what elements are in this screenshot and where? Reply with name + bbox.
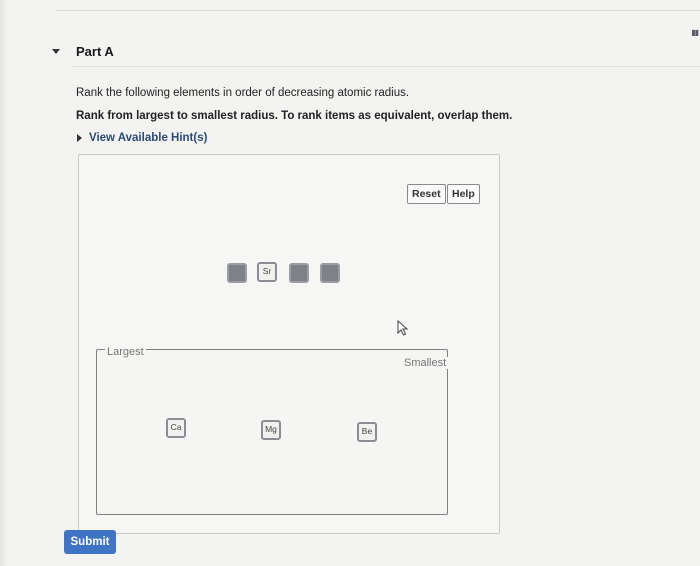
- largest-label: Largest: [105, 346, 146, 358]
- instruction-bold-text: Rank from largest to smallest radius. To…: [76, 110, 513, 122]
- part-header[interactable]: Part A: [52, 44, 114, 59]
- ranked-tile-be[interactable]: Be: [357, 422, 377, 442]
- submit-button[interactable]: Submit: [64, 530, 116, 554]
- part-title: Part A: [76, 44, 114, 59]
- help-button[interactable]: Help: [447, 184, 480, 204]
- smallest-label: Smallest: [402, 357, 449, 369]
- expand-caret-icon: [77, 134, 82, 142]
- collapse-caret-icon[interactable]: [52, 49, 60, 54]
- draggable-tile[interactable]: [227, 263, 247, 283]
- draggable-tile[interactable]: [320, 263, 340, 283]
- view-hints-toggle[interactable]: View Available Hint(s): [77, 132, 207, 144]
- top-divider: [55, 10, 700, 11]
- ranked-tile-ca[interactable]: Ca: [166, 418, 186, 438]
- header-divider: [72, 66, 700, 67]
- view-hints-label[interactable]: View Available Hint(s): [89, 132, 207, 144]
- menu-grip-icon[interactable]: ▮▮: [691, 28, 699, 37]
- mouse-pointer-icon: [397, 320, 409, 336]
- instruction-text: Rank the following elements in order of …: [76, 87, 410, 99]
- draggable-tile[interactable]: [289, 263, 309, 283]
- ranked-tile-mg[interactable]: Mg: [261, 420, 281, 440]
- draggable-tile-sr[interactable]: Sr: [257, 262, 277, 282]
- left-edge: [0, 0, 8, 566]
- reset-button[interactable]: Reset: [407, 184, 446, 204]
